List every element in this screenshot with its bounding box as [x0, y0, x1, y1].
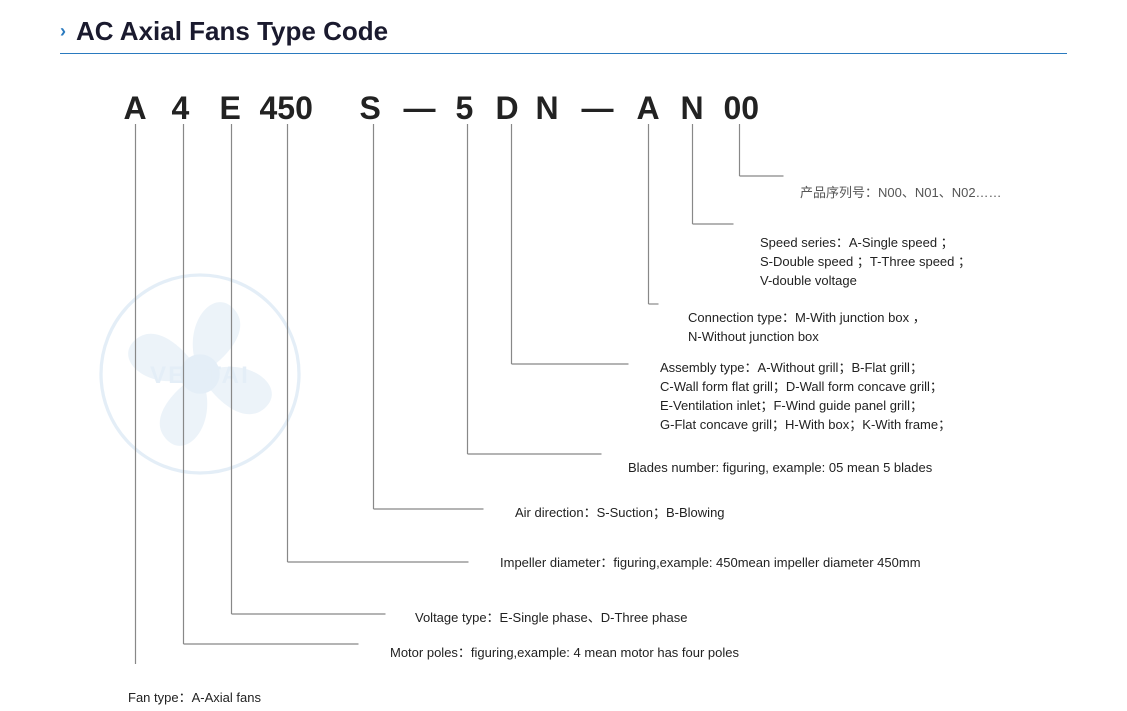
label-speed-series: Speed series：A-Single speed ； S-Double s… [760, 234, 971, 291]
label-product-series: 产品序列号：N00、N01、N02…… [800, 184, 1002, 203]
label-impeller: Impeller diameter：figuring,example: 450m… [500, 554, 921, 573]
label-air-direction: Air direction：S-Suction；B-Blowing [515, 504, 725, 523]
chevron-icon: › [60, 21, 66, 42]
svg-text:5: 5 [456, 90, 474, 126]
header: › AC Axial Fans Type Code [60, 16, 1067, 47]
page-container: › AC Axial Fans Type Code VENTAI [0, 0, 1127, 711]
svg-text:S: S [360, 90, 381, 126]
svg-text:N: N [536, 90, 559, 126]
svg-text:—: — [404, 90, 436, 126]
svg-text:—: — [582, 90, 614, 126]
svg-text:D: D [496, 90, 519, 126]
label-motor-poles: Motor poles：figuring,example: 4 mean mot… [390, 644, 739, 663]
label-assembly: Assembly type：A-Without grill；B-Flat gri… [660, 359, 951, 434]
page-title: AC Axial Fans Type Code [76, 16, 388, 47]
label-voltage: Voltage type：E-Single phase、D-Three phas… [415, 609, 687, 628]
svg-text:A: A [124, 90, 147, 126]
label-fan-type: Fan type：A-Axial fans [128, 689, 261, 708]
svg-text:00: 00 [724, 90, 760, 126]
label-blades: Blades number: figuring, example: 05 mea… [628, 459, 932, 478]
diagram-area: VENTAI A 4 E 450 S — 5 D N — A N 00 [60, 64, 1067, 664]
svg-text:A: A [637, 90, 660, 126]
label-connection: Connection type：M-With junction box ， N-… [688, 309, 926, 347]
svg-text:450: 450 [260, 90, 313, 126]
header-divider [60, 53, 1067, 54]
svg-text:4: 4 [172, 90, 190, 126]
svg-text:E: E [220, 90, 241, 126]
svg-text:N: N [681, 90, 704, 126]
